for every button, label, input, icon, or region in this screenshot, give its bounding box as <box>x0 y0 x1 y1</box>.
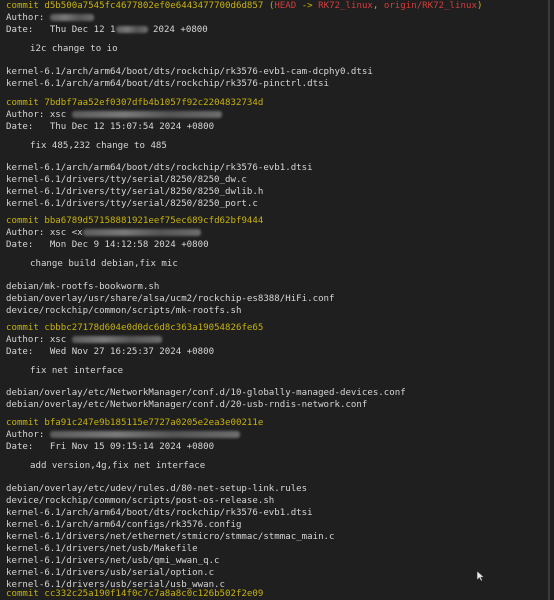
date-line: Date: Thu Dec 12 1 2024 +0800 <box>6 24 208 36</box>
commit-hash: cc332c25a190f14f0c7c7a8a8c0c126b502f2e09 <box>44 589 264 599</box>
file-path: kernel-6.1/arch/arm64/boot/dts/rockchip/… <box>6 163 313 173</box>
commit-message: fix net interface <box>30 366 124 376</box>
commit-date: Thu Dec 12 15:07:54 2024 +0800 <box>49 122 215 132</box>
file-path: kernel-6.1/arch/arm64/configs/rk3576.con… <box>6 520 242 530</box>
commit-message: i2c change to io <box>30 44 118 54</box>
commit-date: Wed Nov 27 16:25:37 2024 +0800 <box>49 347 215 357</box>
commit-label: commit <box>6 1 39 11</box>
date-label: Date: <box>6 240 34 250</box>
commit-message: change build debian,fix mic <box>30 259 178 269</box>
author-line: Author: xsc <x <box>6 227 201 239</box>
terminal-window[interactable]: commit d5b500a7545fc4677802ef0e644347770… <box>0 0 550 600</box>
commit-message: fix 485,232 change to 485 <box>30 141 167 151</box>
commit-hash: d5b500a7545fc4677802ef0e6443477700d6d857 <box>44 1 264 11</box>
ref-arrow: -> <box>301 1 313 11</box>
author-label: Author: <box>6 430 45 440</box>
date-line: Date: Wed Nov 27 16:25:37 2024 +0800 <box>6 346 214 358</box>
author-label: Author: <box>6 335 45 345</box>
redacted-email <box>71 111 222 118</box>
ref-close: ) <box>476 1 483 11</box>
commit-line: commit d5b500a7545fc4677802ef0e644347770… <box>6 0 482 12</box>
commit-label: commit <box>6 589 39 599</box>
author-name: xsc <box>49 110 67 120</box>
file-path: kernel-6.1/drivers/net/usb/qmi_wwan_q.c <box>6 556 220 566</box>
file-path: debian/overlay/usr/share/alsa/ucm2/rockc… <box>6 294 335 304</box>
author-line: Author: xsc <box>6 109 222 121</box>
file-path: kernel-6.1/arch/arm64/boot/dts/rockchip/… <box>6 67 373 77</box>
commit-label: commit <box>6 216 39 226</box>
author-label: Author: <box>6 110 45 120</box>
commit-hash: bba6789d57158881921eef75ec689cfd62bf9444 <box>44 216 264 226</box>
mouse-cursor-icon <box>477 571 485 581</box>
redacted-email <box>71 336 162 343</box>
commit-line: commit bba6789d57158881921eef75ec689cfd6… <box>6 215 263 227</box>
author-name: xsc <box>49 335 67 345</box>
commit-label: commit <box>6 98 39 108</box>
commit-hash: bfa91c247e9b185115e7727a0205e2ea3e00211e <box>44 418 264 428</box>
date-prefix: Thu Dec 12 1 <box>49 25 116 35</box>
branch-ref: RK72_linux <box>318 1 373 11</box>
date-label: Date: <box>6 122 34 132</box>
commit-hash: cbbbc27178d604e0d0dc6d8c363a19054826fe65 <box>44 323 264 333</box>
redacted-author <box>49 14 94 21</box>
author-name: xsc <x <box>49 228 83 238</box>
file-path: kernel-6.1/drivers/tty/serial/8250/8250_… <box>6 175 247 185</box>
date-line: Date: Mon Dec 9 14:12:58 2024 +0800 <box>6 239 209 251</box>
commit-label: commit <box>6 418 39 428</box>
file-path: debian/overlay/etc/NetworkManager/conf.d… <box>6 400 368 410</box>
commit-line: commit 7bdbf7aa52ef0307dfb4b1057f92c2204… <box>6 97 263 109</box>
file-path: debian/overlay/etc/udev/rules.d/80-net-s… <box>6 484 308 494</box>
file-path: kernel-6.1/arch/arm64/boot/dts/rockchip/… <box>6 508 313 518</box>
redacted-author <box>49 431 240 438</box>
date-label: Date: <box>6 25 34 35</box>
head-ref: HEAD <box>274 1 297 11</box>
remote-ref: origin/RK72_linux <box>383 1 477 11</box>
commit-line: commit cbbbc27178d604e0d0dc6d8c363a19054… <box>6 322 263 334</box>
file-path: kernel-6.1/drivers/net/usb/Makefile <box>6 544 198 554</box>
redacted-email <box>82 229 201 236</box>
commit-hash: 7bdbf7aa52ef0307dfb4b1057f92c2204832734d <box>44 98 264 108</box>
author-line: Author: <box>6 429 240 441</box>
date-line: Date: Thu Dec 12 15:07:54 2024 +0800 <box>6 121 214 133</box>
date-line: Date: Fri Nov 15 09:15:14 2024 +0800 <box>6 441 214 453</box>
file-path: debian/mk-rootfs-bookworm.sh <box>6 282 160 292</box>
file-path: kernel-6.1/drivers/net/ethernet/stmicro/… <box>6 532 335 542</box>
author-label: Author: <box>6 228 45 238</box>
file-path: device/rockchip/common/scripts/post-os-r… <box>6 496 275 506</box>
author-line: Author: xsc <box>6 334 162 346</box>
commit-date: Fri Nov 15 09:15:14 2024 +0800 <box>49 442 215 452</box>
commit-date: Mon Dec 9 14:12:58 2024 +0800 <box>49 240 209 250</box>
file-path: kernel-6.1/drivers/tty/serial/8250/8250_… <box>6 187 264 197</box>
ref-separator: , <box>372 1 379 11</box>
redacted-time <box>115 26 148 33</box>
date-label: Date: <box>6 347 34 357</box>
file-path: kernel-6.1/drivers/usb/serial/option.c <box>6 568 215 578</box>
commit-message: add version,4g,fix net interface <box>30 461 206 471</box>
file-path: device/rockchip/common/scripts/mk-rootfs… <box>6 306 242 316</box>
commit-label: commit <box>6 323 39 333</box>
commit-line: commit bfa91c247e9b185115e7727a0205e2ea3… <box>6 417 263 429</box>
file-path: kernel-6.1/drivers/tty/serial/8250/8250_… <box>6 199 258 209</box>
date-suffix: 2024 +0800 <box>153 25 208 35</box>
file-path: debian/overlay/etc/NetworkManager/conf.d… <box>6 388 406 398</box>
author-label: Author: <box>6 13 45 23</box>
commit-line: commit cc332c25a190f14f0c7c7a8a8c0c126b5… <box>6 588 263 600</box>
file-path: kernel-6.1/arch/arm64/boot/dts/rockchip/… <box>6 79 330 89</box>
date-label: Date: <box>6 442 34 452</box>
author-line: Author: <box>6 12 94 24</box>
